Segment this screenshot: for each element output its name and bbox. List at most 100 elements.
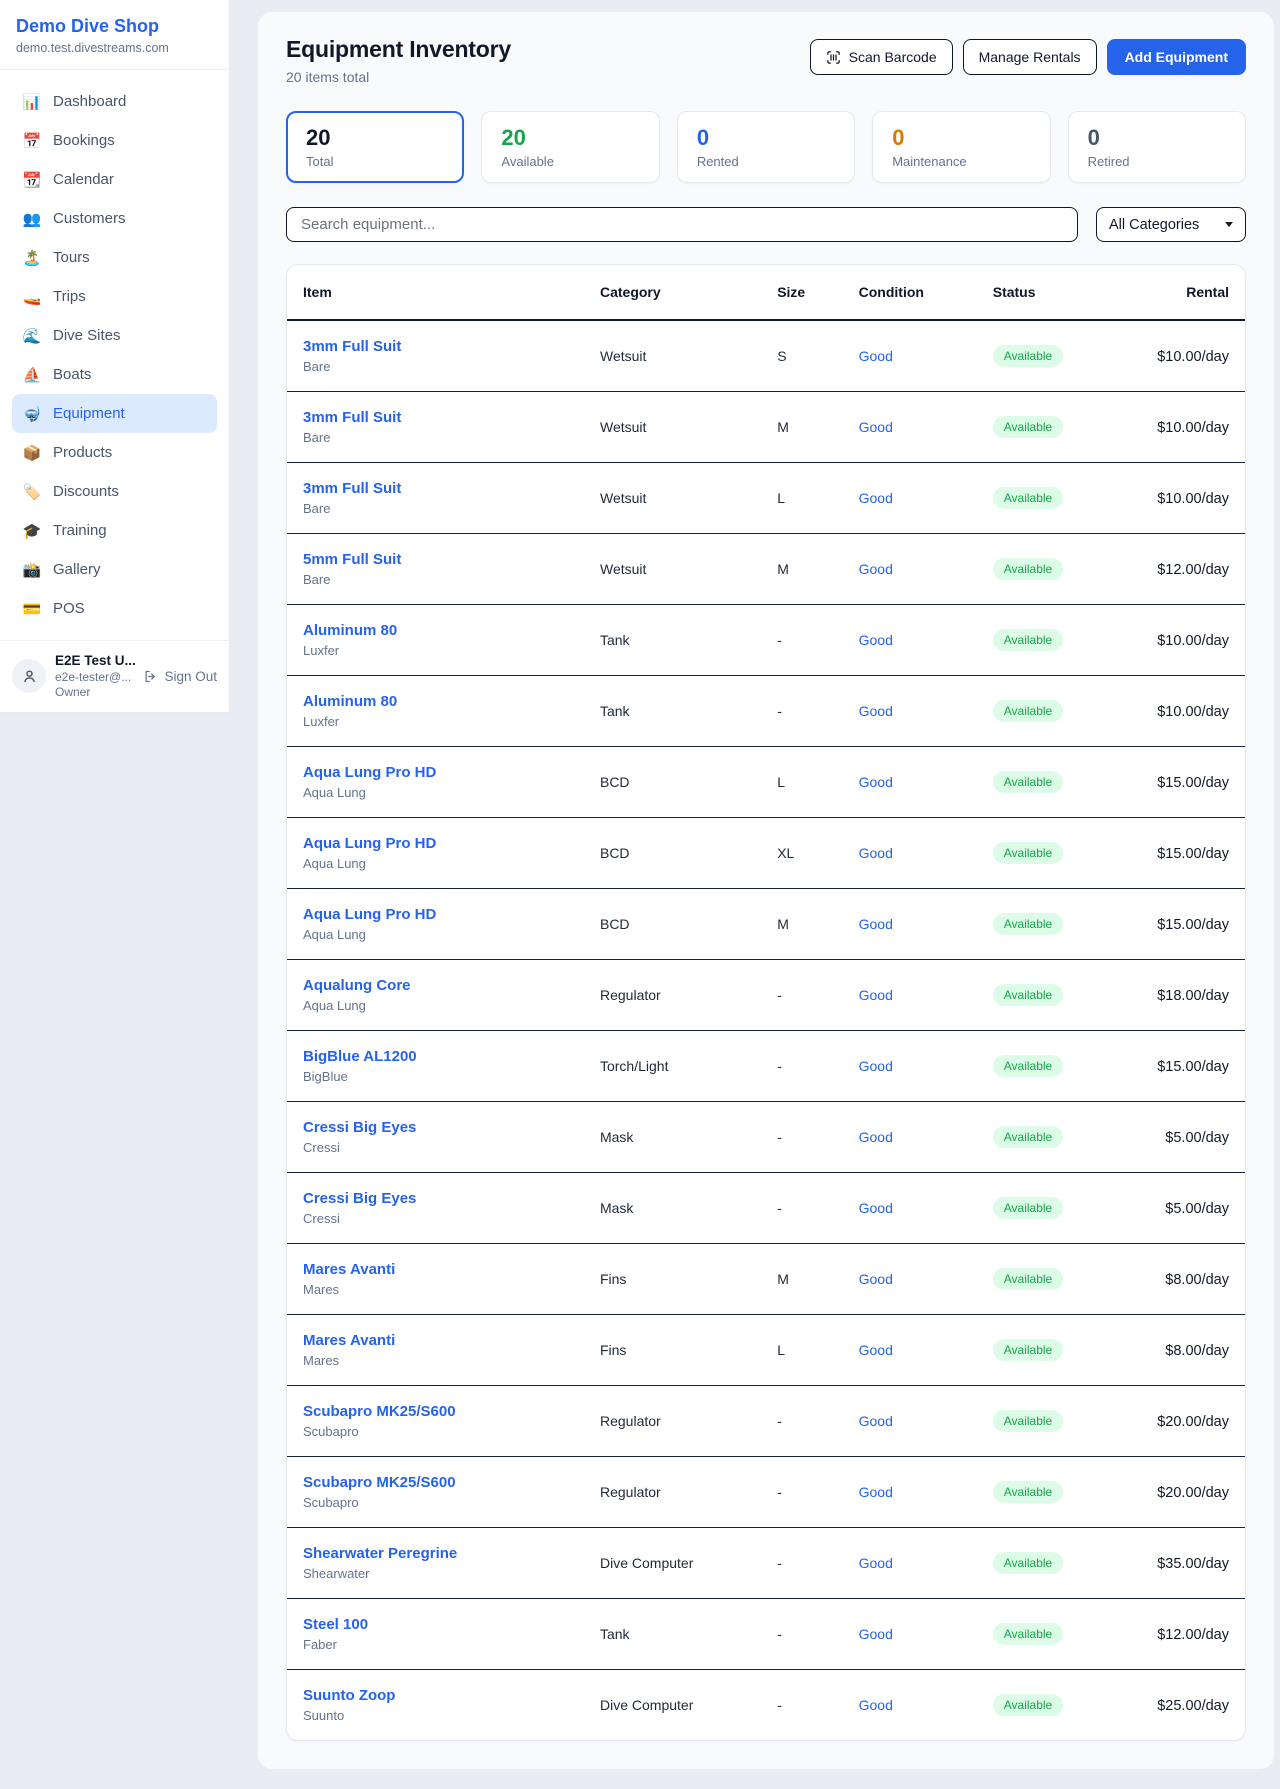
item-link[interactable]: Aqua Lung Pro HD xyxy=(303,906,568,923)
rental-cell: $12.00/day xyxy=(1157,1627,1229,1643)
sign-out-icon xyxy=(143,669,158,684)
item-link[interactable]: Mares Avanti xyxy=(303,1261,568,1278)
condition-link[interactable]: Good xyxy=(859,1342,893,1358)
customers-icon: 👥 xyxy=(22,210,42,228)
condition-link[interactable]: Good xyxy=(859,561,893,577)
category-select[interactable]: All Categories xyxy=(1096,207,1246,242)
status-badge: Available xyxy=(993,345,1063,367)
condition-link[interactable]: Good xyxy=(859,1413,893,1429)
item-brand: Aqua Lung xyxy=(303,927,568,942)
stat-card-rented[interactable]: 0 Rented xyxy=(677,111,855,183)
item-link[interactable]: Aluminum 80 xyxy=(303,622,568,639)
stat-card-total[interactable]: 20 Total xyxy=(286,111,464,183)
sidebar-item-customers[interactable]: 👥 Customers xyxy=(12,199,217,238)
category-cell: BCD xyxy=(584,747,761,818)
gallery-icon: 📸 xyxy=(22,561,42,579)
condition-link[interactable]: Good xyxy=(859,1200,893,1216)
sidebar-item-training[interactable]: 🎓 Training xyxy=(12,511,217,550)
item-link[interactable]: Scubapro MK25/S600 xyxy=(303,1403,568,1420)
status-badge: Available xyxy=(993,487,1063,509)
stat-label: Rented xyxy=(697,154,835,169)
stat-card-available[interactable]: 20 Available xyxy=(481,111,659,183)
products-icon: 📦 xyxy=(22,444,42,462)
condition-link[interactable]: Good xyxy=(859,490,893,506)
item-link[interactable]: Cressi Big Eyes xyxy=(303,1190,568,1207)
sidebar-item-equipment[interactable]: 🤿 Equipment xyxy=(12,394,217,433)
item-link[interactable]: Aqualung Core xyxy=(303,977,568,994)
item-link[interactable]: Mares Avanti xyxy=(303,1332,568,1349)
sidebar-item-label: Dashboard xyxy=(53,93,126,110)
item-link[interactable]: Scubapro MK25/S600 xyxy=(303,1474,568,1491)
item-link[interactable]: Aqua Lung Pro HD xyxy=(303,835,568,852)
category-cell: Tank xyxy=(584,605,761,676)
header-actions: Scan Barcode Manage Rentals Add Equipmen… xyxy=(810,39,1246,75)
sidebar-item-calendar[interactable]: 📆 Calendar xyxy=(12,160,217,199)
condition-link[interactable]: Good xyxy=(859,987,893,1003)
item-brand: Cressi xyxy=(303,1211,568,1226)
manage-rentals-button[interactable]: Manage Rentals xyxy=(963,39,1097,75)
page-header: Equipment Inventory 20 items total Scan … xyxy=(286,36,1246,85)
condition-link[interactable]: Good xyxy=(859,419,893,435)
size-cell: L xyxy=(761,747,842,818)
item-brand: Suunto xyxy=(303,1708,568,1723)
bookings-icon: 📅 xyxy=(22,132,42,150)
condition-link[interactable]: Good xyxy=(859,348,893,364)
add-equipment-button[interactable]: Add Equipment xyxy=(1107,39,1246,75)
table-row: Steel 100 Faber Tank - Good Available $1… xyxy=(287,1599,1245,1670)
search-input[interactable] xyxy=(286,207,1078,242)
user-email: e2e-tester@... xyxy=(55,670,134,685)
user-meta: E2E Test U... e2e-tester@... Owner xyxy=(55,653,134,700)
stat-value: 0 xyxy=(1088,125,1226,151)
stat-card-retired[interactable]: 0 Retired xyxy=(1068,111,1246,183)
table-row: Aqua Lung Pro HD Aqua Lung BCD L Good Av… xyxy=(287,747,1245,818)
condition-link[interactable]: Good xyxy=(859,703,893,719)
sidebar-item-label: Customers xyxy=(53,210,126,227)
item-link[interactable]: 3mm Full Suit xyxy=(303,409,568,426)
item-link[interactable]: Aqua Lung Pro HD xyxy=(303,764,568,781)
condition-link[interactable]: Good xyxy=(859,916,893,932)
sidebar-item-label: Equipment xyxy=(53,405,125,422)
status-badge: Available xyxy=(993,1481,1063,1503)
condition-link[interactable]: Good xyxy=(859,845,893,861)
sidebar-item-boats[interactable]: ⛵ Boats xyxy=(12,355,217,394)
sidebar-item-bookings[interactable]: 📅 Bookings xyxy=(12,121,217,160)
table-header-row: Item Category Size Condition Status Rent… xyxy=(287,265,1245,320)
sidebar-item-tours[interactable]: 🏝️ Tours xyxy=(12,238,217,277)
sign-out-button[interactable]: Sign Out xyxy=(143,669,217,684)
item-link[interactable]: 3mm Full Suit xyxy=(303,480,568,497)
sidebar-item-trips[interactable]: 🚤 Trips xyxy=(12,277,217,316)
condition-link[interactable]: Good xyxy=(859,1626,893,1642)
item-link[interactable]: 5mm Full Suit xyxy=(303,551,568,568)
stat-card-maintenance[interactable]: 0 Maintenance xyxy=(872,111,1050,183)
item-link[interactable]: Suunto Zoop xyxy=(303,1687,568,1704)
column-size: Size xyxy=(761,265,842,320)
sidebar-item-dive-sites[interactable]: 🌊 Dive Sites xyxy=(12,316,217,355)
item-link[interactable]: BigBlue AL1200 xyxy=(303,1048,568,1065)
condition-link[interactable]: Good xyxy=(859,1058,893,1074)
condition-link[interactable]: Good xyxy=(859,1271,893,1287)
table-row: Aqualung Core Aqua Lung Regulator - Good… xyxy=(287,960,1245,1031)
sidebar-item-gallery[interactable]: 📸 Gallery xyxy=(12,550,217,589)
sidebar-item-products[interactable]: 📦 Products xyxy=(12,433,217,472)
sidebar-item-pos[interactable]: 💳 POS xyxy=(12,589,217,628)
condition-link[interactable]: Good xyxy=(859,1484,893,1500)
user-box: E2E Test U... e2e-tester@... Owner Sign … xyxy=(0,640,229,712)
size-cell: - xyxy=(761,1457,842,1528)
condition-link[interactable]: Good xyxy=(859,1697,893,1713)
condition-link[interactable]: Good xyxy=(859,1555,893,1571)
item-link[interactable]: Steel 100 xyxy=(303,1616,568,1633)
condition-link[interactable]: Good xyxy=(859,1129,893,1145)
condition-link[interactable]: Good xyxy=(859,632,893,648)
category-cell: BCD xyxy=(584,889,761,960)
item-link[interactable]: Cressi Big Eyes xyxy=(303,1119,568,1136)
sidebar-item-dashboard[interactable]: 📊 Dashboard xyxy=(12,82,217,121)
item-link[interactable]: 3mm Full Suit xyxy=(303,338,568,355)
item-link[interactable]: Shearwater Peregrine xyxy=(303,1545,568,1562)
status-badge: Available xyxy=(993,1694,1063,1716)
condition-link[interactable]: Good xyxy=(859,774,893,790)
sidebar-item-discounts[interactable]: 🏷️ Discounts xyxy=(12,472,217,511)
item-link[interactable]: Aluminum 80 xyxy=(303,693,568,710)
column-item: Item xyxy=(287,265,584,320)
brand-link[interactable]: Demo Dive Shop xyxy=(16,16,213,37)
scan-barcode-button[interactable]: Scan Barcode xyxy=(810,39,953,75)
